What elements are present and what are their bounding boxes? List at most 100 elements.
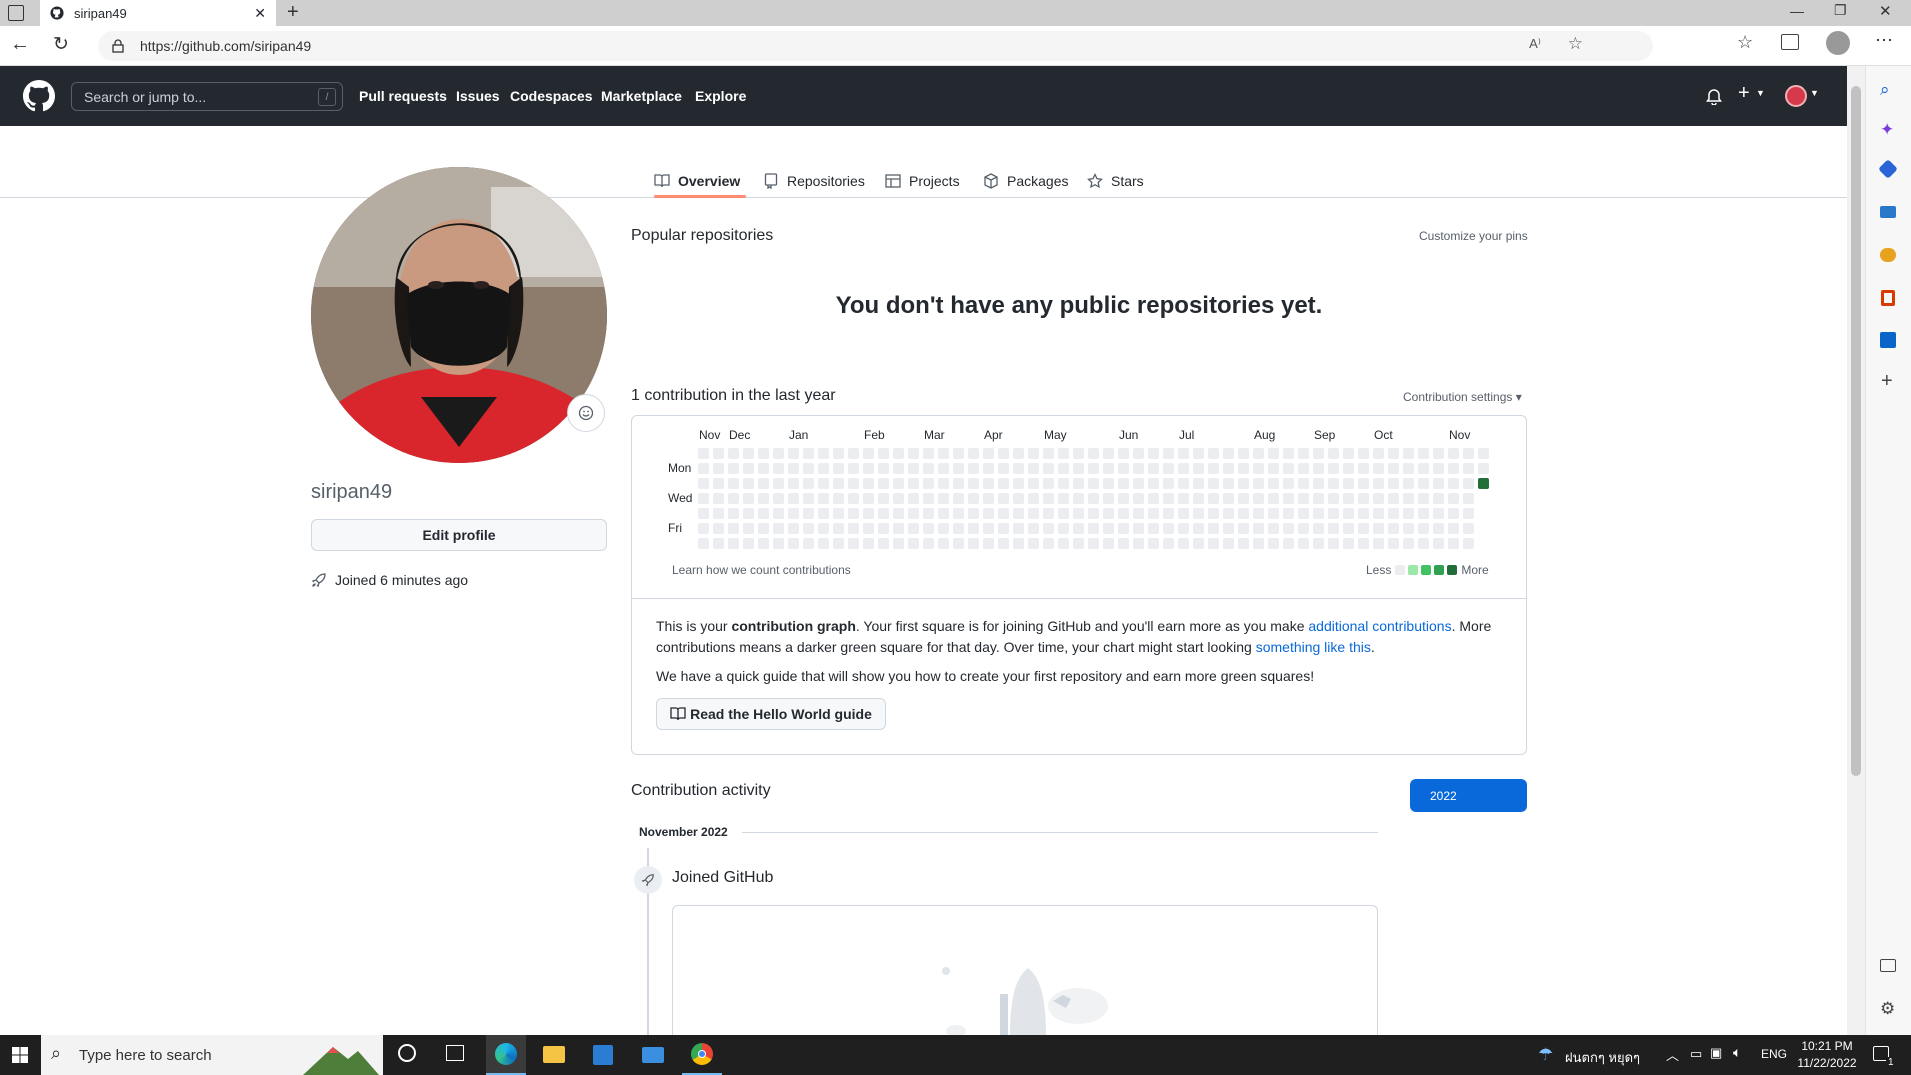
contribution-day[interactable]: [1058, 523, 1069, 534]
contribution-day[interactable]: [923, 508, 934, 519]
contribution-day[interactable]: [1238, 478, 1249, 489]
contribution-day[interactable]: [1433, 538, 1444, 549]
task-view-icon[interactable]: [446, 1045, 464, 1061]
contribution-day[interactable]: [968, 493, 979, 504]
contribution-day[interactable]: [1133, 523, 1144, 534]
contribution-day[interactable]: [863, 508, 874, 519]
contribution-day[interactable]: [1373, 508, 1384, 519]
contribution-day[interactable]: [1028, 523, 1039, 534]
taskbar-search-input[interactable]: ⌕ Type here to search: [41, 1035, 383, 1075]
hello-world-guide-button[interactable]: Read the Hello World guide: [656, 698, 886, 730]
contribution-day[interactable]: [1418, 478, 1429, 489]
contribution-day[interactable]: [983, 508, 994, 519]
games-icon[interactable]: [1880, 248, 1896, 262]
contribution-day[interactable]: [1313, 538, 1324, 549]
contribution-day[interactable]: [848, 523, 859, 534]
contribution-day[interactable]: [713, 523, 724, 534]
contribution-day[interactable]: [983, 523, 994, 534]
contribution-day[interactable]: [818, 538, 829, 549]
contribution-day[interactable]: [818, 523, 829, 534]
contribution-day[interactable]: [1388, 538, 1399, 549]
contribution-day[interactable]: [1463, 538, 1474, 549]
contribution-day[interactable]: [1028, 538, 1039, 549]
customize-pins-link[interactable]: Customize your pins: [1419, 229, 1528, 243]
contribution-day[interactable]: [938, 508, 949, 519]
store-icon[interactable]: [593, 1045, 613, 1065]
contribution-day[interactable]: [1268, 523, 1279, 534]
contribution-day[interactable]: [1163, 463, 1174, 474]
contribution-day[interactable]: [1373, 538, 1384, 549]
contribution-day[interactable]: [818, 508, 829, 519]
user-menu-chevron-icon[interactable]: ▼: [1810, 88, 1819, 98]
contribution-day[interactable]: [1043, 538, 1054, 549]
contribution-day[interactable]: [1403, 463, 1414, 474]
contribution-day[interactable]: [1343, 493, 1354, 504]
contribution-day[interactable]: [1028, 493, 1039, 504]
contribution-day[interactable]: [1028, 448, 1039, 459]
contribution-day[interactable]: [1238, 538, 1249, 549]
contribution-day[interactable]: [803, 478, 814, 489]
contribution-day[interactable]: [1343, 508, 1354, 519]
contribution-day[interactable]: [1328, 523, 1339, 534]
learn-contributions-link[interactable]: Learn how we count contributions: [672, 563, 851, 577]
contribution-day[interactable]: [1418, 508, 1429, 519]
contribution-day[interactable]: [713, 493, 724, 504]
contribution-day[interactable]: [1073, 523, 1084, 534]
contribution-day[interactable]: [818, 463, 829, 474]
contribution-day[interactable]: [1448, 493, 1459, 504]
nav-explore[interactable]: Explore: [695, 88, 746, 104]
contribution-day[interactable]: [968, 523, 979, 534]
contribution-day[interactable]: [1478, 478, 1489, 489]
contribution-day[interactable]: [953, 493, 964, 504]
search-input[interactable]: Search or jump to... /: [71, 82, 343, 111]
contribution-day[interactable]: [848, 448, 859, 459]
page-scrollbar[interactable]: [1847, 66, 1865, 1035]
contribution-day[interactable]: [1103, 493, 1114, 504]
contribution-day[interactable]: [998, 508, 1009, 519]
contribution-day[interactable]: [1148, 463, 1159, 474]
weather-icon[interactable]: ☂: [1538, 1045, 1553, 1065]
contribution-day[interactable]: [1253, 508, 1264, 519]
contribution-day[interactable]: [1208, 508, 1219, 519]
contribution-day[interactable]: [1043, 448, 1054, 459]
contribution-day[interactable]: [1208, 448, 1219, 459]
tab-close-icon[interactable]: ✕: [254, 5, 266, 22]
contribution-day[interactable]: [1328, 493, 1339, 504]
restore-icon[interactable]: ❐: [1834, 2, 1847, 19]
contribution-day[interactable]: [803, 538, 814, 549]
contribution-day[interactable]: [923, 493, 934, 504]
contribution-day[interactable]: [863, 448, 874, 459]
contribution-day[interactable]: [1118, 478, 1129, 489]
contribution-day[interactable]: [1283, 538, 1294, 549]
contribution-day[interactable]: [1073, 478, 1084, 489]
profile-avatar-icon[interactable]: [1826, 31, 1850, 55]
contribution-day[interactable]: [1073, 448, 1084, 459]
contribution-day[interactable]: [1463, 493, 1474, 504]
contribution-day[interactable]: [893, 523, 904, 534]
contribution-day[interactable]: [1223, 538, 1234, 549]
contribution-day[interactable]: [923, 448, 934, 459]
contribution-day[interactable]: [788, 538, 799, 549]
contribution-day[interactable]: [1208, 538, 1219, 549]
contribution-day[interactable]: [1043, 508, 1054, 519]
contribution-day[interactable]: [1088, 523, 1099, 534]
contribution-day[interactable]: [1313, 493, 1324, 504]
contribution-day[interactable]: [893, 448, 904, 459]
contribution-day[interactable]: [1403, 538, 1414, 549]
contribution-day[interactable]: [938, 448, 949, 459]
chevron-down-icon[interactable]: ▼: [1756, 88, 1765, 98]
contribution-day[interactable]: [1103, 508, 1114, 519]
contribution-day[interactable]: [1358, 523, 1369, 534]
favorite-add-icon[interactable]: ☆: [1568, 34, 1583, 54]
contribution-day[interactable]: [1418, 448, 1429, 459]
contribution-day[interactable]: [998, 478, 1009, 489]
contribution-day[interactable]: [953, 538, 964, 549]
contribution-day[interactable]: [878, 538, 889, 549]
contribution-day[interactable]: [1163, 493, 1174, 504]
contribution-day[interactable]: [908, 508, 919, 519]
something-like-this-link[interactable]: something like this: [1256, 639, 1371, 655]
browser-tab[interactable]: siripan49 ✕: [40, 0, 276, 26]
contribution-day[interactable]: [938, 538, 949, 549]
contribution-day[interactable]: [1268, 463, 1279, 474]
user-avatar-icon[interactable]: [1785, 85, 1807, 107]
